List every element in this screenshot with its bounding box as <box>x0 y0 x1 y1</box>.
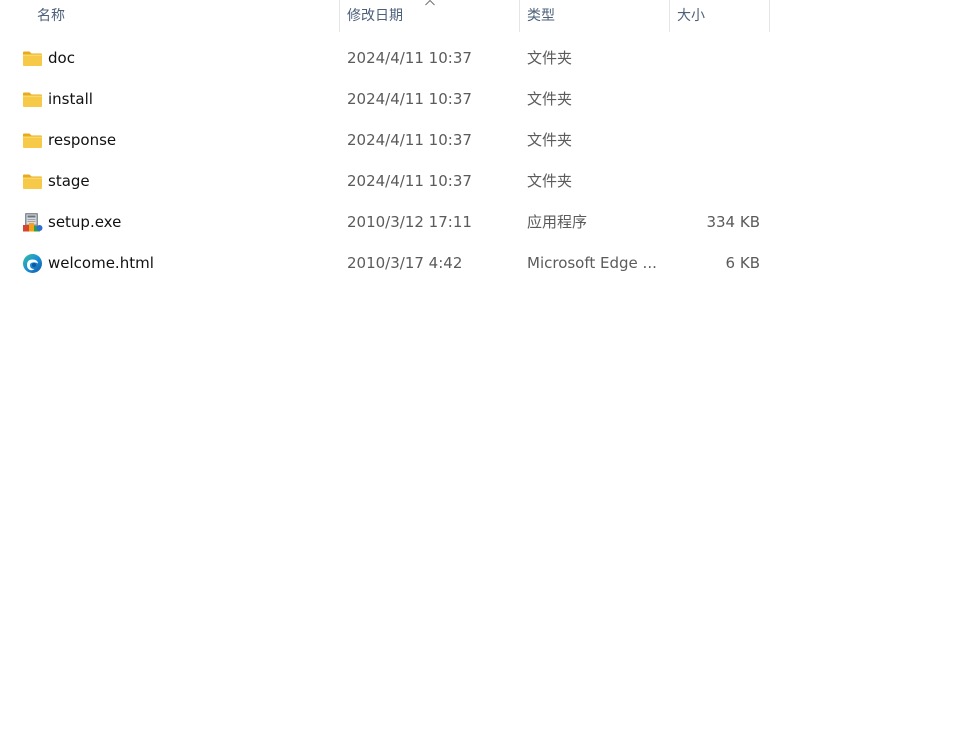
file-row-install[interactable]: install 2024/4/11 10:37 文件夹 <box>0 79 770 119</box>
file-row-doc[interactable]: doc 2024/4/11 10:37 文件夹 <box>0 38 770 78</box>
file-size <box>670 161 760 201</box>
column-divider[interactable] <box>769 0 770 32</box>
file-type: 文件夹 <box>527 90 573 108</box>
file-date: 2010/3/17 4:42 <box>347 254 463 272</box>
file-name: doc <box>48 49 75 67</box>
folder-icon <box>23 133 42 148</box>
file-size <box>670 79 760 119</box>
setup-exe-icon <box>23 213 43 232</box>
file-type: 应用程序 <box>527 213 588 231</box>
file-size <box>670 38 760 78</box>
file-size: 6 KB <box>725 254 760 272</box>
file-row-welcome-html[interactable]: welcome.html 2010/3/17 4:42 Microsoft Ed… <box>0 243 770 283</box>
file-date: 2024/4/11 10:37 <box>347 49 472 67</box>
file-row-response[interactable]: response 2024/4/11 10:37 文件夹 <box>0 120 770 160</box>
file-type: 文件夹 <box>527 172 573 190</box>
column-header-size-label: 大小 <box>677 8 705 24</box>
folder-icon <box>23 92 42 107</box>
file-name: response <box>48 131 117 149</box>
file-name: setup.exe <box>48 213 122 231</box>
column-header-name-label: 名称 <box>37 8 65 24</box>
file-name: install <box>48 90 93 108</box>
column-header-type[interactable]: 类型 <box>520 0 670 32</box>
file-row-setup-exe[interactable]: setup.exe 2010/3/12 17:11 应用程序 334 KB <box>0 202 770 242</box>
file-date: 2010/3/12 17:11 <box>347 213 472 231</box>
column-header-size[interactable]: 大小 <box>670 0 770 32</box>
file-date: 2024/4/11 10:37 <box>347 90 472 108</box>
column-header-name[interactable]: 名称 <box>0 0 340 32</box>
folder-icon <box>23 174 42 189</box>
file-type: 文件夹 <box>527 131 573 149</box>
file-type: Microsoft Edge ... <box>527 254 657 272</box>
file-date: 2024/4/11 10:37 <box>347 131 472 149</box>
file-size: 334 KB <box>706 213 760 231</box>
file-name: welcome.html <box>48 254 154 272</box>
column-header-date-label: 修改日期 <box>347 8 403 24</box>
folder-icon <box>23 51 42 66</box>
file-date: 2024/4/11 10:37 <box>347 172 472 190</box>
file-row-stage[interactable]: stage 2024/4/11 10:37 文件夹 <box>0 161 770 201</box>
chevron-up-icon <box>425 0 435 6</box>
file-size <box>670 120 760 160</box>
file-explorer-list-view: 名称 修改日期 类型 大小 doc 2024/4/11 10:37 文件夹 in… <box>0 0 969 735</box>
column-header-type-label: 类型 <box>527 8 555 24</box>
column-header-bar: 名称 修改日期 类型 大小 <box>0 0 770 32</box>
file-type: 文件夹 <box>527 49 573 67</box>
edge-icon <box>23 254 42 273</box>
file-name: stage <box>48 172 90 190</box>
